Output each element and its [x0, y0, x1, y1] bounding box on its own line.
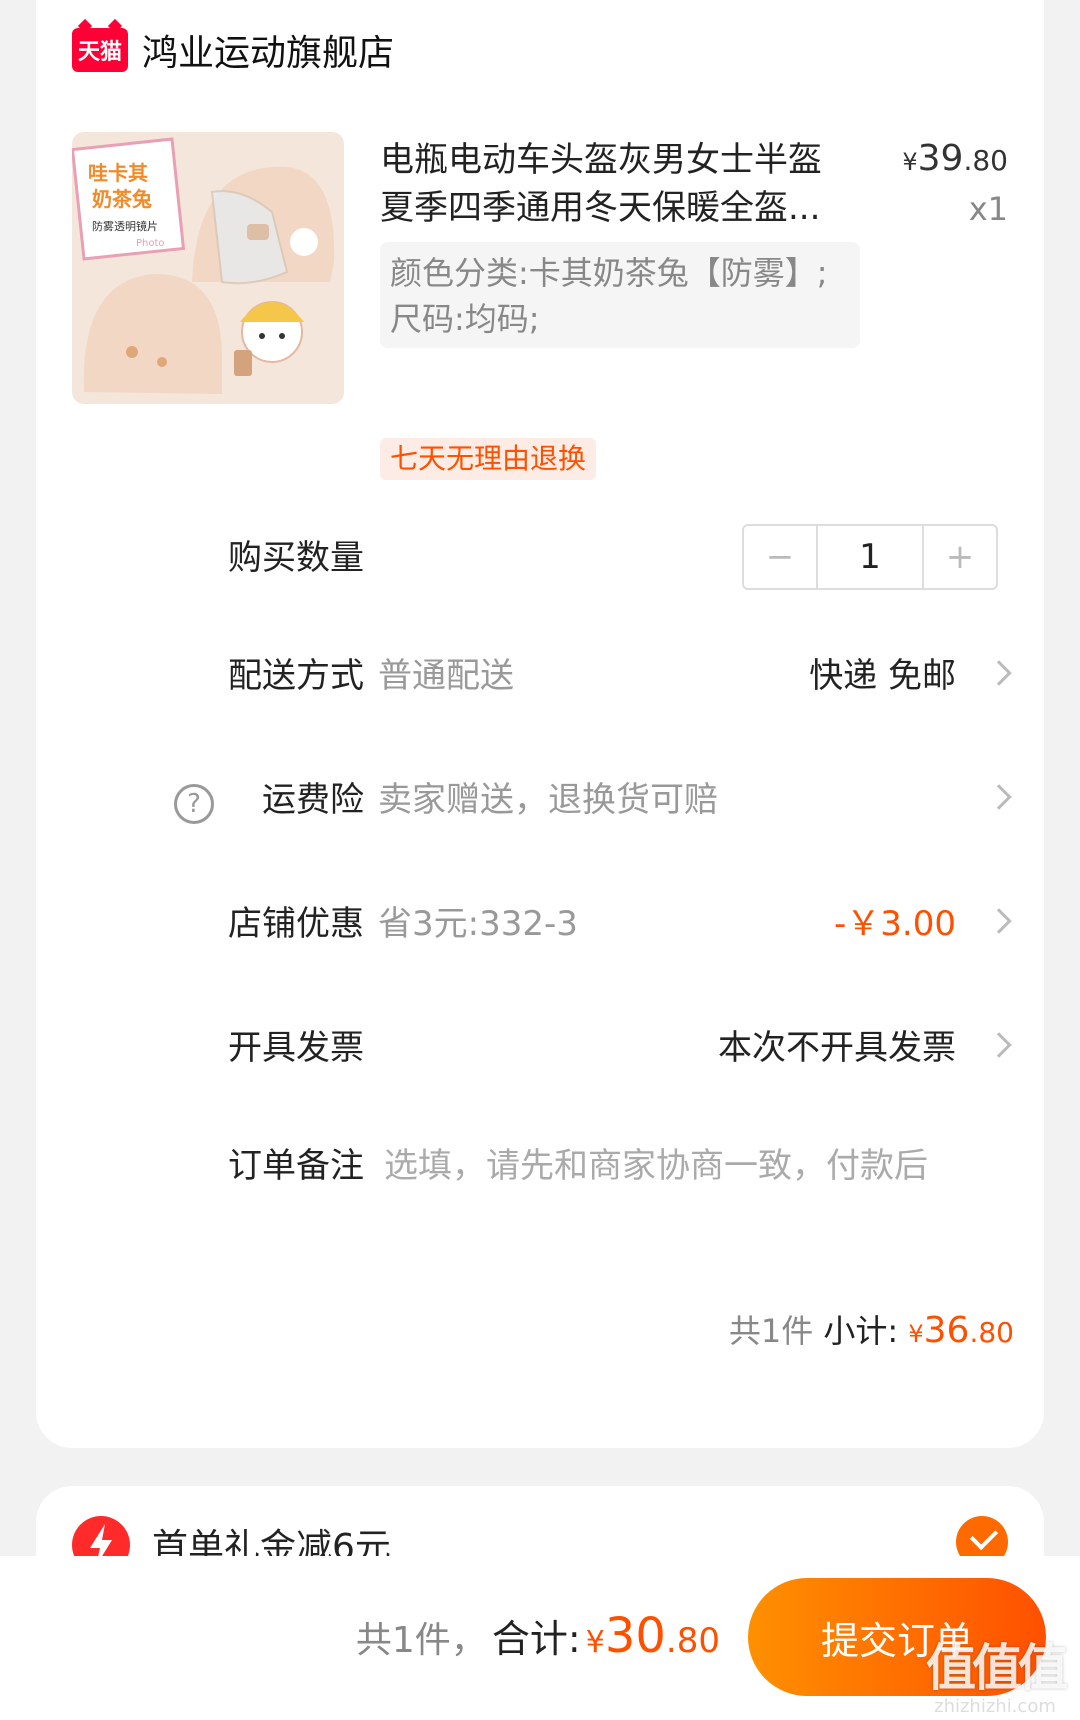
delivery-method: 普通配送	[378, 656, 514, 696]
total-symbol: ¥	[585, 1625, 605, 1660]
quantity-value[interactable]: 1	[816, 526, 924, 588]
bottom-checkout-bar: 共1件， 合计: ¥30.80 提交订单 值值值 zhizhizhi.com	[0, 1556, 1080, 1720]
chevron-right-icon	[986, 908, 1012, 934]
total-count: 共1件，	[355, 1620, 487, 1661]
order-note-label: 订单备注	[228, 1146, 364, 1186]
store-discount-value: -￥3.00	[834, 904, 956, 944]
tmall-logo: 天猫	[72, 28, 128, 72]
subtotal-int: 36	[923, 1310, 970, 1351]
total-int: 30	[604, 1608, 666, 1664]
delivery-label: 配送方式	[228, 656, 364, 696]
product-title-line2: 夏季四季通用冬天保暖全盔...	[380, 188, 821, 228]
tmall-logo-text: 天猫	[77, 40, 122, 65]
watermark-text: 值值值	[926, 1639, 1068, 1697]
image-text-4: Photo	[136, 238, 165, 249]
quantity-row: 购买数量 − 1 +	[36, 524, 1044, 590]
product-title[interactable]: 电瓶电动车头盔灰男女士半盔 夏季四季通用冬天保暖全盔...	[380, 136, 880, 232]
increase-button[interactable]: +	[924, 526, 996, 588]
invoice-label: 开具发票	[228, 1028, 364, 1068]
invoice-row[interactable]: 开具发票 本次不开具发票	[36, 1018, 1044, 1078]
store-discount-desc: 省3元:332-3	[378, 904, 578, 944]
delivery-value: 快递 免邮	[809, 656, 956, 696]
quantity-label: 购买数量	[228, 538, 364, 578]
shop-name[interactable]: 鸿业运动旗舰店	[142, 24, 394, 76]
invoice-value: 本次不开具发票	[718, 1028, 956, 1068]
product-title-line1: 电瓶电动车头盔灰男女士半盔	[380, 140, 822, 180]
chevron-right-icon	[986, 784, 1012, 810]
subtotal-label: 小计:	[823, 1312, 899, 1350]
total-amount: ¥30.80	[586, 1608, 720, 1664]
order-note-input[interactable]	[384, 1136, 1004, 1196]
shipping-insurance-desc: 卖家赠送，退换货可赔	[378, 780, 718, 820]
total-label: 合计:	[491, 1617, 581, 1661]
store-discount-label: 店铺优惠	[228, 904, 364, 944]
subtotal-count: 共1件	[728, 1312, 814, 1350]
product-price: ¥39.80	[902, 138, 1008, 179]
product-image[interactable]: 哇卡其 奶茶兔 防雾透明镜片 Photo	[72, 132, 344, 404]
price-dec: .80	[963, 144, 1008, 177]
shipping-insurance-label: 运费险	[262, 780, 364, 820]
watermark-url: zhizhizhi.com	[934, 1696, 1056, 1717]
helmet-illustration: 哇卡其 奶茶兔 防雾透明镜片 Photo	[72, 132, 344, 404]
order-note-row: 订单备注	[36, 1136, 1044, 1196]
return-policy-badge: 七天无理由退换	[380, 438, 597, 480]
help-icon[interactable]: ?	[174, 784, 214, 824]
price-symbol: ¥	[902, 148, 918, 176]
chevron-right-icon	[986, 660, 1012, 686]
image-text-1: 哇卡其	[88, 161, 148, 185]
chevron-right-icon	[986, 1032, 1012, 1058]
shop-header[interactable]: 天猫 鸿业运动旗舰店	[72, 24, 394, 76]
subtotal: 共1件 小计: ¥36.80	[729, 1306, 1014, 1352]
product-quantity: x1	[968, 190, 1008, 228]
price-int: 39	[917, 138, 964, 179]
image-text-3: 防雾透明镜片	[92, 219, 158, 233]
watermark: 值值值 zhizhizhi.com	[926, 1639, 1068, 1717]
shop-order-card: 天猫 鸿业运动旗舰店 哇卡其 奶茶兔 防雾透明镜片 Photo 电瓶电动车头盔灰…	[36, 0, 1044, 1448]
sku-selector[interactable]: 颜色分类:卡其奶茶兔【防雾】;尺码:均码;	[380, 242, 860, 348]
store-discount-row[interactable]: 店铺优惠 省3元:332-3 -￥3.00	[36, 894, 1044, 954]
quantity-stepper: − 1 +	[742, 524, 998, 590]
decrease-button[interactable]: −	[744, 526, 816, 588]
subtotal-dec: .80	[969, 1316, 1014, 1349]
subtotal-symbol: ¥	[908, 1320, 924, 1348]
image-text-2: 奶茶兔	[92, 187, 152, 211]
shipping-insurance-row[interactable]: ? 运费险 卖家赠送，退换货可赔	[36, 770, 1044, 830]
total-dec: .80	[665, 1621, 720, 1661]
order-total: 共1件， 合计: ¥30.80	[356, 1608, 720, 1664]
delivery-row[interactable]: 配送方式 普通配送 快递 免邮	[36, 646, 1044, 706]
subtotal-amount: ¥36.80	[908, 1310, 1014, 1351]
